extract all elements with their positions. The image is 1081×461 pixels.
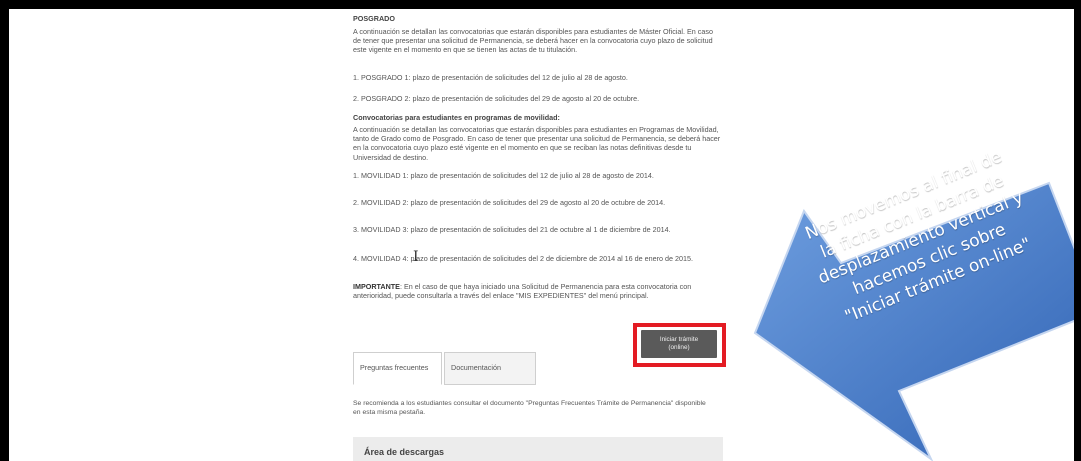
- tab-documentacion[interactable]: Documentación: [444, 352, 536, 385]
- text-cursor-icon: I: [413, 249, 419, 265]
- procedure-details: POSGRADO A continuación se detallan las …: [353, 9, 738, 461]
- movilidad-intro: A continuación se detallan las convocato…: [353, 125, 721, 162]
- important-label: IMPORTANTE: [353, 282, 400, 291]
- posgrado-heading: POSGRADO: [353, 14, 395, 23]
- tab-panel-text: Se recomienda a los estudiantes consulta…: [353, 400, 706, 416]
- important-text: : En el caso de que haya iniciado una So…: [353, 282, 692, 301]
- start-button-line1: Iniciar trámite: [659, 336, 699, 343]
- downloads-title: Área de descargas: [364, 447, 445, 457]
- start-button-line2: (online): [668, 344, 690, 351]
- movilidad-item-2: 2. MOVILIDAD 2: plazo de presentación de…: [353, 198, 666, 207]
- posgrado-item-2: 2. POSGRADO 2: plazo de presentación de …: [353, 94, 640, 103]
- info-tabs: Preguntas frecuentes Documentación: [353, 352, 738, 386]
- posgrado-item-1: 1. POSGRADO 1: plazo de presentación de …: [353, 73, 628, 82]
- movilidad-item-3: 3. MOVILIDAD 3: plazo de presentación de…: [353, 225, 671, 234]
- screen-frame: POSGRADO A continuación se detallan las …: [9, 9, 1074, 461]
- important-note: IMPORTANTE: En el caso de que haya inici…: [353, 282, 721, 300]
- movilidad-heading: Convocatorias para estudiantes en progra…: [353, 113, 560, 122]
- downloads-area: Área de descargas: [353, 437, 723, 461]
- tab-preguntas-frecuentes[interactable]: Preguntas frecuentes: [353, 352, 442, 385]
- movilidad-item-4: 4. MOVILIDAD 4: plazo de presentación de…: [353, 254, 694, 263]
- posgrado-intro: A continuación se detallan las convocato…: [353, 27, 713, 55]
- movilidad-item-1: 1. MOVILIDAD 1: plazo de presentación de…: [353, 171, 654, 180]
